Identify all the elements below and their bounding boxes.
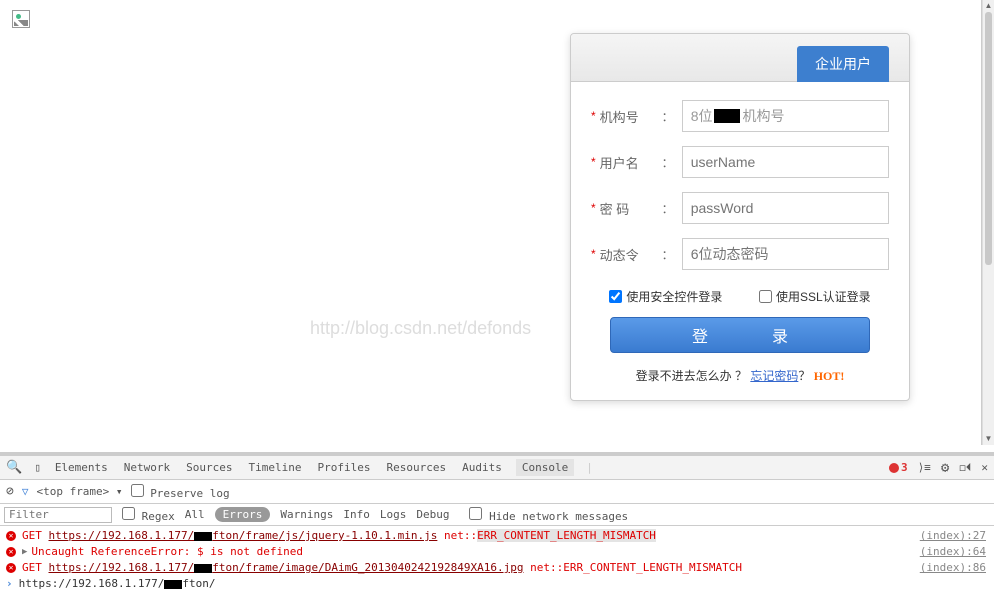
tab-network[interactable]: Network — [122, 461, 172, 474]
error-count-badge[interactable]: 3 — [889, 461, 908, 474]
console-row-error[interactable]: ✕ ▶ Uncaught ReferenceError: $ is not de… — [0, 544, 994, 560]
redacted-text — [164, 580, 182, 589]
hide-network-checkbox[interactable]: Hide network messages — [469, 507, 628, 523]
tab-sources[interactable]: Sources — [184, 461, 234, 474]
label-user: 用户名 — [600, 153, 660, 172]
error-icon: ✕ — [6, 547, 16, 557]
label-org: 机构号 — [600, 107, 660, 126]
scrollbar-thumb[interactable] — [985, 12, 992, 265]
scroll-down-arrow[interactable]: ▼ — [983, 433, 994, 445]
prompt-icon: › — [6, 576, 13, 592]
vertical-scrollbar[interactable]: ▲ ▼ — [982, 0, 994, 445]
devtools-panel: 🔍 ▯ Elements Network Sources Timeline Pr… — [0, 452, 994, 610]
source-link[interactable]: (index):64 — [920, 544, 986, 560]
checkbox-ssl[interactable]: 使用SSL认证登录 — [759, 288, 871, 305]
label-pass: 密 码 — [600, 199, 660, 218]
tab-elements[interactable]: Elements — [53, 461, 110, 474]
search-icon[interactable]: 🔍 — [6, 460, 22, 475]
login-button[interactable]: 登 录 — [610, 317, 870, 353]
console-output: ✕ GET https://192.168.1.177/fton/frame/j… — [0, 526, 994, 594]
label-dyn: 动态令 — [600, 245, 660, 264]
tab-timeline[interactable]: Timeline — [247, 461, 304, 474]
dock-icon[interactable]: ◻⏴ — [959, 461, 971, 475]
tab-enterprise-user[interactable]: 企业用户 — [797, 46, 889, 82]
broken-image-icon — [12, 10, 30, 28]
level-debug[interactable]: Debug — [416, 508, 449, 521]
watermark-text: http://blog.csdn.net/defonds — [310, 318, 531, 339]
login-panel: 企业用户 * 机构号 ： 8位 机构号 * 用户名 ： * 密 — [570, 33, 910, 401]
console-context-bar: ⊘ ▽ <top frame> ▾ Preserve log — [0, 480, 994, 504]
redacted-text — [194, 564, 212, 573]
error-icon: ✕ — [6, 563, 16, 573]
toggle-drawer-icon[interactable]: ⟩≡ — [918, 461, 931, 474]
device-icon[interactable]: ▯ — [34, 461, 41, 474]
tab-audits[interactable]: Audits — [460, 461, 504, 474]
error-icon: ✕ — [6, 531, 16, 541]
frame-selector[interactable]: <top frame> ▾ — [36, 485, 122, 498]
level-all[interactable]: All — [185, 508, 205, 521]
page-content: http://blog.csdn.net/defonds 企业用户 * 机构号 … — [0, 0, 982, 445]
org-input[interactable]: 8位 机构号 — [682, 100, 889, 132]
console-filter-bar: Regex All Errors Warnings Info Logs Debu… — [0, 504, 994, 526]
login-header: 企业用户 — [571, 34, 909, 82]
console-row-error[interactable]: ✕ GET https://192.168.1.177/fton/frame/i… — [0, 560, 994, 576]
password-input[interactable] — [682, 192, 889, 224]
settings-icon[interactable]: ⚙ — [941, 460, 949, 476]
level-errors[interactable]: Errors — [215, 507, 271, 522]
dynamic-code-input[interactable] — [682, 238, 889, 270]
required-mark: * — [591, 109, 596, 123]
filter-input[interactable] — [4, 507, 112, 523]
forgot-password-link[interactable]: 忘记密码 — [750, 369, 798, 383]
filter-icon[interactable]: ▽ — [22, 485, 29, 498]
checkbox-secure-control[interactable]: 使用安全控件登录 — [609, 288, 722, 305]
console-row-error[interactable]: ✕ GET https://192.168.1.177/fton/frame/j… — [0, 528, 994, 544]
clear-console-icon[interactable]: ⊘ — [6, 484, 14, 499]
level-logs[interactable]: Logs — [380, 508, 407, 521]
username-input[interactable] — [682, 146, 889, 178]
source-link[interactable]: (index):86 — [920, 560, 986, 576]
close-devtools-icon[interactable]: ✕ — [981, 461, 988, 474]
hot-badge: HOT! — [814, 369, 845, 383]
regex-checkbox[interactable]: Regex — [122, 507, 175, 523]
source-link[interactable]: (index):27 — [920, 528, 986, 544]
devtools-tabbar: 🔍 ▯ Elements Network Sources Timeline Pr… — [0, 456, 994, 480]
preserve-log-checkbox[interactable]: Preserve log — [131, 484, 230, 500]
tab-console[interactable]: Console — [516, 459, 574, 476]
redacted-text — [714, 109, 740, 123]
expand-arrow-icon[interactable]: ▶ — [22, 544, 27, 560]
level-info[interactable]: Info — [343, 508, 370, 521]
tab-profiles[interactable]: Profiles — [316, 461, 373, 474]
level-warnings[interactable]: Warnings — [280, 508, 333, 521]
scroll-up-arrow[interactable]: ▲ — [983, 0, 994, 12]
console-prompt-row[interactable]: › https://192.168.1.177/fton/ — [0, 576, 994, 592]
tab-resources[interactable]: Resources — [384, 461, 448, 474]
help-line: 登录不进去怎么办 ？ 忘记密码？ HOT! — [591, 367, 889, 384]
redacted-text — [194, 532, 212, 541]
